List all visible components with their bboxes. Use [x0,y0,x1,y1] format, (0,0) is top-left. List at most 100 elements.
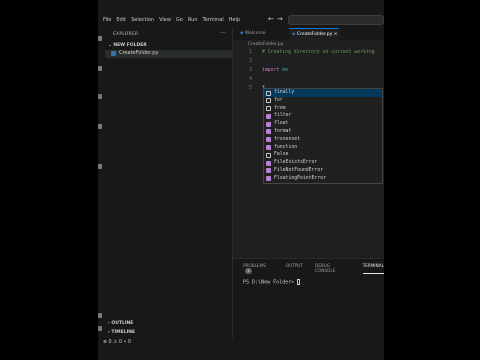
status-problems[interactable]: ⊗ 0 ⚠ 0 ⑂ 0 [103,339,131,345]
outline-section[interactable]: › OUTLINE [108,321,133,326]
keyword-icon [266,98,271,104]
command-center-search[interactable] [288,15,384,25]
tab-problems[interactable]: PROBLEMS3 [243,263,274,274]
code-line: import os [262,68,288,73]
timeline-section[interactable]: › TIMELINE [108,330,135,335]
menu-help[interactable]: Help [229,17,240,23]
source-control-icon[interactable] [98,94,102,99]
class-icon [266,121,271,127]
keyword-icon [266,152,271,158]
title-bar: File Edit Selection View Go Run Terminal… [98,12,384,28]
code-line: # Creating directory on current working [262,50,375,55]
gear-icon[interactable] [98,326,102,331]
class-icon [266,129,271,135]
explorer-sidebar: EXPLORER ··· ⌄ NEW FOLDER CreateFolder.p… [105,28,233,338]
bottom-panel: PROBLEMS3 OUTPUT DEBUG CONSOLE TERMINAL … [233,258,384,338]
terminal-cursor [297,279,301,285]
autocomplete-popup: finally for from filter float format fro… [263,88,383,184]
line-number: 2 [249,59,252,64]
class-icon [266,113,271,119]
menu-go[interactable]: Go [176,17,183,23]
panel-tabs: PROBLEMS3 OUTPUT DEBUG CONSOLE TERMINAL [243,263,384,274]
file-item[interactable]: CreateFolder.py [105,50,233,58]
suggestion-label: False [274,152,289,158]
folder-name: NEW FOLDER [113,43,147,48]
tab-createfolder-label: CreateFolder.py [296,32,333,37]
vscode-icon: ◈ [240,31,244,36]
suggestion-label: FileExistsError [274,160,318,166]
suggestion-item[interactable]: frozenset [264,136,382,144]
module-name: os [282,68,288,73]
menu-file[interactable]: File [103,17,111,23]
suggestion-item[interactable]: for [264,97,382,105]
class-icon [266,176,271,182]
line-number: 4 [249,77,252,82]
line-number: 5 [249,86,252,91]
close-icon[interactable]: × [334,32,338,37]
suggestion-item[interactable]: filter [264,112,382,120]
tab-terminal[interactable]: TERMINAL [362,263,384,274]
keyword-icon [266,90,271,96]
account-icon[interactable] [98,313,102,318]
class-icon [266,137,271,143]
suggestion-item[interactable]: format [264,128,382,136]
class-icon [266,145,271,151]
file-name: CreateFolder.py [119,50,159,56]
suggestion-item[interactable]: function [264,144,382,152]
terminal-prompt: PS D:\New Folder> [243,279,295,286]
suggestion-label: FloatingPointError [274,175,326,181]
line-number: 3 [249,68,252,73]
suggestion-label: from [274,105,286,111]
menu-view[interactable]: View [159,17,171,23]
tab-createfolder[interactable]: ◆ CreateFolder.py × [289,28,339,40]
editor-tabs: ◈ Welcome ◆ CreateFolder.py × [233,28,384,40]
suggestion-label: for [274,97,283,103]
files-icon[interactable] [98,36,102,41]
suggestion-label: float [274,121,289,127]
terminal[interactable]: PS D:\New Folder> [243,279,301,286]
suggestion-item[interactable]: from [264,105,382,113]
suggestion-item[interactable]: float [264,120,382,128]
run-debug-icon[interactable] [98,124,102,129]
menu-terminal[interactable]: Terminal [203,17,224,23]
activity-bar [98,28,105,338]
tab-debug-console[interactable]: DEBUG CONSOLE [315,263,351,274]
menu-edit[interactable]: Edit [116,17,126,23]
keyword-icon [266,106,271,112]
timeline-label: TIMELINE [111,330,136,335]
suggestion-label: function [274,144,298,150]
python-tab-icon: ◆ [292,32,296,37]
breadcrumb[interactable]: CreateFolder.py [248,42,283,47]
status-bar: ⊗ 0 ⚠ 0 ⑂ 0 [98,338,384,347]
suggestion-item[interactable]: FileExistsError [264,159,382,167]
extensions-icon[interactable] [98,164,102,169]
menu-run[interactable]: Run [188,17,198,23]
menu-selection[interactable]: Selection [131,17,154,23]
suggestion-label: FileNotFoundError [274,167,324,173]
tab-welcome[interactable]: ◈ Welcome [240,28,266,40]
search-icon[interactable] [98,66,102,71]
tab-output[interactable]: OUTPUT [286,263,303,274]
suggestion-label: format [274,128,292,134]
suggestion-label: filter [274,113,292,119]
editor-area: ◈ Welcome ◆ CreateFolder.py × CreateFold… [233,28,384,258]
suggestion-label: frozenset [274,136,300,142]
folder-header[interactable]: ⌄ NEW FOLDER [108,43,147,48]
python-file-icon [111,51,116,56]
suggestion-label: finally [274,90,295,95]
suggestion-item[interactable]: FileNotFoundError [264,167,382,175]
nav-back-icon[interactable]: ← [268,15,274,23]
vscode-window: File Edit Selection View Go Run Terminal… [98,0,384,360]
class-icon [266,160,271,166]
suggestion-item[interactable]: False [264,151,382,159]
problems-badge: 3 [245,268,252,274]
suggestion-item[interactable]: finally [264,89,382,97]
more-actions-icon[interactable]: ··· [220,30,226,37]
import-keyword: import [262,68,280,73]
menu-bar: File Edit Selection View Go Run Terminal… [103,17,240,23]
suggestion-item[interactable]: FloatingPointError [264,175,382,183]
outline-label: OUTLINE [111,321,134,326]
line-number: 1 [249,50,252,55]
nav-forward-icon[interactable]: → [277,15,283,23]
tab-welcome-label: Welcome [244,31,266,36]
